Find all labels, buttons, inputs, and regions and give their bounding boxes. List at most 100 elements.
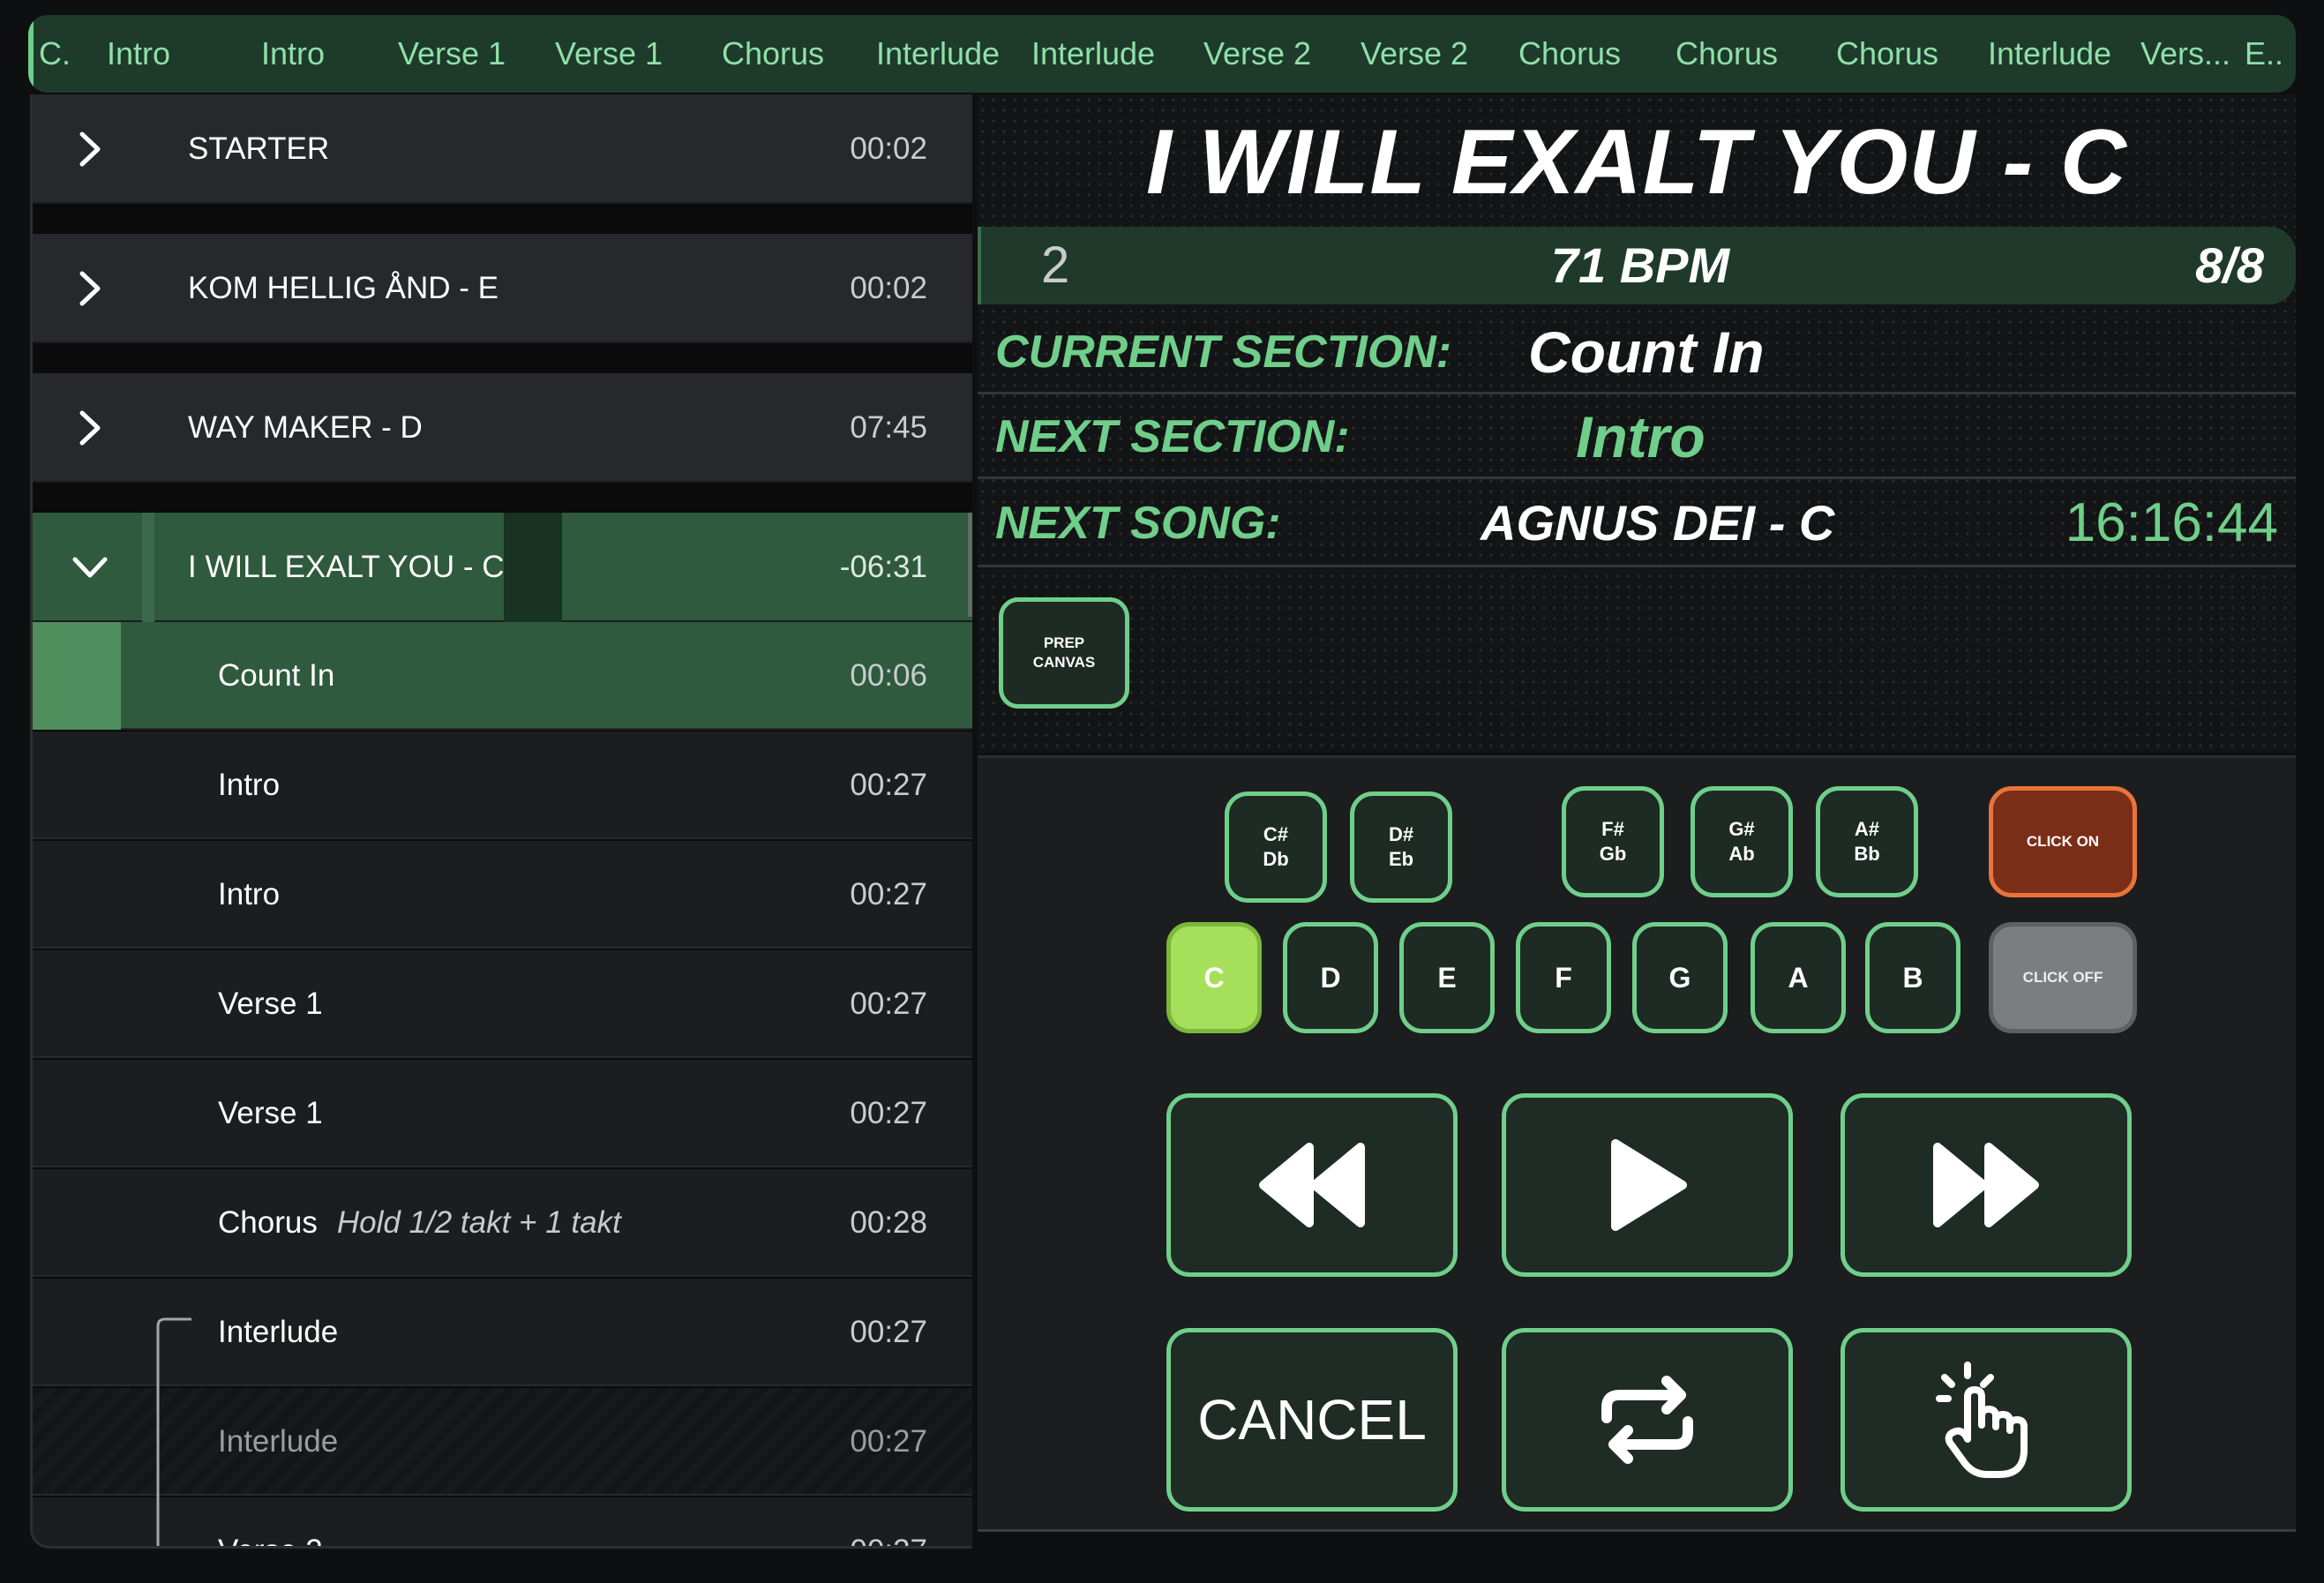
song-row[interactable]: WAY MAKER - D 07:45 [33,373,972,483]
key-d-sharp[interactable]: D# Eb [1350,792,1452,903]
section-time: 00:27 [850,987,927,1021]
current-song-title: I WILL EXALT YOU - C [1146,111,2127,214]
song-info-panel: I WILL EXALT YOU - C 2 71 BPM 8/8 CURREN… [978,94,2296,753]
chevron-right-icon [79,410,101,446]
section-time: 00:27 [850,1497,927,1546]
current-section-value: Count In [1528,319,1765,385]
clock: 16:16:44 [2065,492,2278,553]
song-title: I WILL EXALT YOU - C [188,550,505,584]
section-time: 00:28 [850,1205,927,1240]
loop-button[interactable] [1502,1328,1793,1512]
strip-section[interactable]: Verse 1 [381,15,522,93]
strip-section[interactable]: Intro [240,15,346,93]
drag-handle[interactable] [504,513,562,622]
strip-section[interactable]: E.. [2238,15,2290,93]
bpm-display: 71 BPM [1550,237,1730,293]
section-name: Intro [218,768,281,802]
section-name: Chorus Hold 1/2 takt + 1 takt [218,1169,621,1277]
key-b[interactable]: B [1865,922,1960,1033]
chevron-down-icon [72,557,108,578]
click-off-button[interactable]: CLICK OFF [1989,922,2137,1033]
strip-left-edge [28,15,34,93]
play-icon [1611,1139,1687,1231]
strip-section[interactable]: Chorus [1503,15,1636,93]
loop-icon [1601,1376,1693,1464]
tap-tempo-button[interactable] [1840,1328,2132,1512]
cancel-button[interactable]: CANCEL [1166,1328,1458,1512]
rewind-button[interactable] [1166,1093,1458,1277]
key-f-sharp[interactable]: F# Gb [1562,786,1664,897]
strip-section[interactable]: Verse 2 [1191,15,1323,93]
song-row[interactable]: KOM HELLIG ÅND - E 00:02 [33,234,972,343]
current-section-label: CURRENT SECTION: [995,326,1452,378]
section-name: Count In [218,658,335,693]
section-name: Verse 1 [218,987,323,1021]
section-label: Chorus [218,1205,318,1240]
rewind-icon [1259,1143,1365,1227]
control-panel: C# Db D# Eb F# Gb G# Ab A# Bb CLICK ON C… [978,755,2296,1532]
section-time: 00:27 [850,768,927,802]
next-section-line: NEXT SECTION: Intro [978,394,2296,479]
section-row[interactable]: Chorus Hold 1/2 takt + 1 takt 00:28 [33,1169,972,1277]
song-title: WAY MAKER - D [188,410,423,445]
section-note: Hold 1/2 takt + 1 takt [336,1205,621,1240]
key-a[interactable]: A [1750,922,1846,1033]
fast-forward-button[interactable] [1840,1093,2132,1277]
song-row-active[interactable]: I WILL EXALT YOU - C -06:31 [33,513,972,622]
song-title: KOM HELLIG ÅND - E [188,271,499,305]
strip-section[interactable]: Chorus [1661,15,1793,93]
strip-section[interactable]: Interlude [1027,15,1159,93]
key-a-sharp[interactable]: A# Bb [1816,786,1918,897]
section-time: 00:06 [850,658,927,693]
section-row-current[interactable]: Count In 00:06 [33,622,972,730]
section-row[interactable]: Verse 1 00:27 [33,1060,972,1167]
section-time: 00:27 [850,877,927,912]
key-e[interactable]: E [1399,922,1495,1033]
click-on-button[interactable]: CLICK ON [1989,786,2137,897]
song-row[interactable]: STARTER 00:02 [33,94,972,204]
section-time: 00:27 [850,1315,927,1349]
key-c[interactable]: C [1166,922,1262,1033]
song-time: -06:31 [839,550,927,584]
strip-section[interactable]: Interlude [1975,15,2125,93]
key-g-sharp[interactable]: G# Ab [1691,786,1793,897]
strip-section[interactable]: Vers... [2128,15,2243,93]
tempo-bar: 2 71 BPM 8/8 [978,227,2296,304]
cancel-label: CANCEL [1197,1388,1427,1452]
jump-arrow-icon [156,1317,191,1546]
play-button[interactable] [1502,1093,1793,1277]
strip-section[interactable]: Chorus [1821,15,1953,93]
section-row[interactable]: Intro 00:27 [33,841,972,949]
next-song-line: NEXT SONG: AGNUS DEI - C 16:16:44 [978,479,2296,567]
strip-section[interactable]: Chorus [702,15,843,93]
song-time: 00:02 [850,271,927,305]
next-section-value: Intro [1576,404,1706,469]
current-section-line: CURRENT SECTION: Count In [978,310,2296,394]
key-c-sharp[interactable]: C# Db [1225,792,1327,903]
section-name: Interlude [218,1315,339,1349]
current-marker [33,622,121,730]
section-strip: C. Intro Intro Verse 1 Verse 1 Chorus In… [28,15,2296,93]
tap-hand-icon [1936,1362,2028,1478]
strip-section[interactable]: Interlude [872,15,1004,93]
song-time: 07:45 [850,410,927,445]
scroll-indicator [968,513,972,617]
strip-section[interactable]: Intro [81,15,196,93]
section-row[interactable]: Verse 1 00:27 [33,950,972,1058]
key-f[interactable]: F [1516,922,1611,1033]
section-name: Interlude [218,1424,339,1459]
next-song-value: AGNUS DEI - C [1481,495,1835,551]
strip-section[interactable]: C. [37,15,72,93]
fast-forward-icon [1933,1143,2039,1227]
playlist: STARTER 00:02 KOM HELLIG ÅND - E 00:02 W… [30,94,972,1549]
key-g[interactable]: G [1632,922,1728,1033]
prep-canvas-button[interactable]: PREP CANVAS [999,597,1129,709]
strip-section[interactable]: Verse 2 [1348,15,1481,93]
next-section-label: NEXT SECTION: [995,411,1350,462]
song-time: 00:02 [850,131,927,166]
strip-section[interactable]: Verse 1 [538,15,679,93]
section-row[interactable]: Intro 00:27 [33,731,972,839]
section-name: Intro [218,877,281,912]
section-name: Verse 1 [218,1096,323,1130]
key-d[interactable]: D [1283,922,1378,1033]
